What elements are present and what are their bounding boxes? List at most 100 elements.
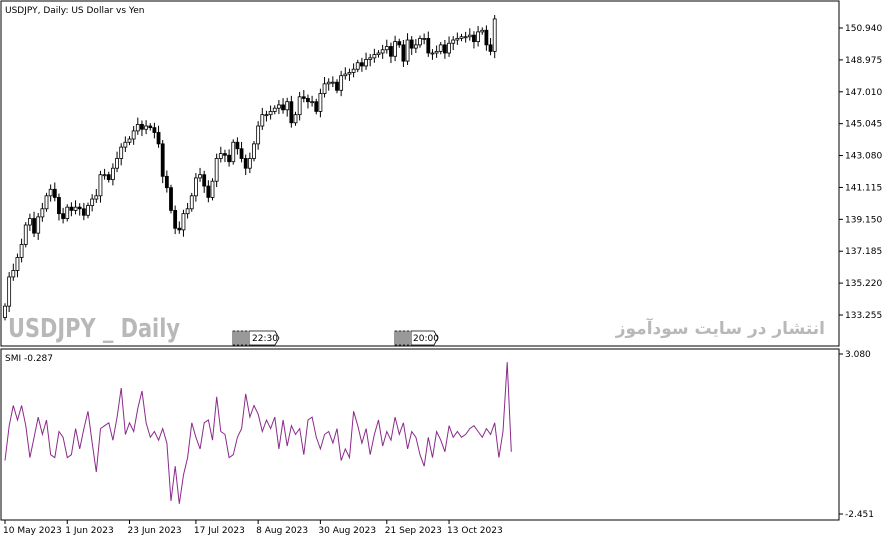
candle <box>218 153 223 159</box>
watermark-site: انتشار در سایت سودآموز <box>615 317 825 339</box>
candle <box>335 81 339 91</box>
y-tick-label: 150.940 <box>845 24 882 34</box>
y-tick-label: 147.010 <box>845 88 882 98</box>
candle <box>389 46 393 57</box>
candle <box>351 68 356 73</box>
candle <box>52 188 57 198</box>
candle <box>185 208 190 215</box>
candle <box>330 81 335 84</box>
candle <box>272 107 277 112</box>
candle <box>65 206 70 219</box>
candle <box>102 174 107 177</box>
candle <box>15 257 20 271</box>
candle <box>106 174 111 180</box>
candle <box>36 216 41 234</box>
candle <box>239 148 244 159</box>
candle <box>293 114 298 124</box>
candle <box>111 167 115 180</box>
marker-label-2: 20:00 <box>413 334 439 344</box>
candle <box>438 44 443 52</box>
candle <box>451 39 456 44</box>
candle <box>442 44 447 54</box>
candle <box>77 206 82 210</box>
candle <box>7 276 12 307</box>
candle <box>32 218 36 234</box>
candle <box>135 123 140 132</box>
candle <box>235 141 240 150</box>
candle <box>422 37 427 40</box>
indicator-frame[interactable] <box>0 348 840 521</box>
marker-group-2: 20:00 <box>394 330 439 346</box>
candle <box>206 185 211 198</box>
candle <box>326 81 331 85</box>
candle <box>401 44 406 62</box>
candle <box>467 34 472 38</box>
candle <box>285 101 290 111</box>
x-tick-label: 23 Jun 2023 <box>128 526 182 536</box>
candle <box>409 39 414 49</box>
candle <box>123 141 128 148</box>
y-tick-label: 3.080 <box>845 350 871 360</box>
candle <box>426 37 431 54</box>
candle <box>61 213 65 219</box>
candle <box>144 125 149 130</box>
candle <box>198 174 202 179</box>
candle <box>40 208 45 218</box>
candle <box>322 83 327 94</box>
candle <box>173 210 178 229</box>
candle <box>247 158 252 169</box>
candle <box>81 208 86 216</box>
candle <box>193 177 198 197</box>
candle <box>44 195 49 210</box>
candle <box>131 130 136 140</box>
candle <box>243 158 248 169</box>
candle <box>276 104 281 109</box>
smi-label: SMI -0.287 <box>5 354 53 364</box>
x-axis: 10 May 2023 1 Jun 2023 23 Jun 2023 17 Jul 2… <box>3 520 503 536</box>
candle <box>434 50 439 54</box>
chart-title: USDJPY, Daily: US Dollar vs Yen <box>5 6 144 16</box>
candle <box>164 175 169 189</box>
candle <box>376 52 381 56</box>
y-tick-label: 148.975 <box>845 56 882 66</box>
y-axis-main: 150.940 148.975 147.010 145.045 143.080 141.1… <box>839 24 882 321</box>
candle <box>177 227 182 231</box>
candle <box>339 75 344 91</box>
y-tick-label: 145.045 <box>845 120 882 130</box>
candle <box>127 138 132 143</box>
candle <box>430 52 435 55</box>
candle <box>69 206 74 211</box>
candle <box>210 180 215 198</box>
candle <box>463 36 468 39</box>
candle <box>27 218 32 226</box>
candle <box>384 46 389 51</box>
main-chart-frame[interactable] <box>0 0 840 347</box>
candle <box>413 44 418 49</box>
candle <box>447 42 451 54</box>
candle <box>355 62 360 70</box>
candle <box>368 57 373 60</box>
candle <box>359 62 364 67</box>
candle <box>140 123 144 130</box>
candle <box>57 197 61 215</box>
marker-label-1: 22:30 <box>252 334 278 344</box>
candle <box>472 34 476 43</box>
candle <box>19 244 24 258</box>
candle <box>260 114 265 127</box>
candle <box>152 127 157 133</box>
y-tick-label: 139.150 <box>845 215 882 225</box>
candle <box>484 29 489 46</box>
candle <box>223 153 227 156</box>
candle <box>418 37 422 46</box>
candle <box>252 143 256 159</box>
smi-series <box>4 362 512 504</box>
candle <box>314 101 319 112</box>
candle <box>148 125 153 129</box>
x-tick-label: 10 May 2023 <box>3 526 62 536</box>
watermark-symbol: USDJPY _ Daily <box>8 314 180 344</box>
candle <box>364 59 368 67</box>
candle <box>181 213 186 231</box>
candle <box>347 72 352 75</box>
y-tick-label: 133.255 <box>845 311 882 321</box>
x-tick-label: 8 Aug 2023 <box>256 526 308 536</box>
